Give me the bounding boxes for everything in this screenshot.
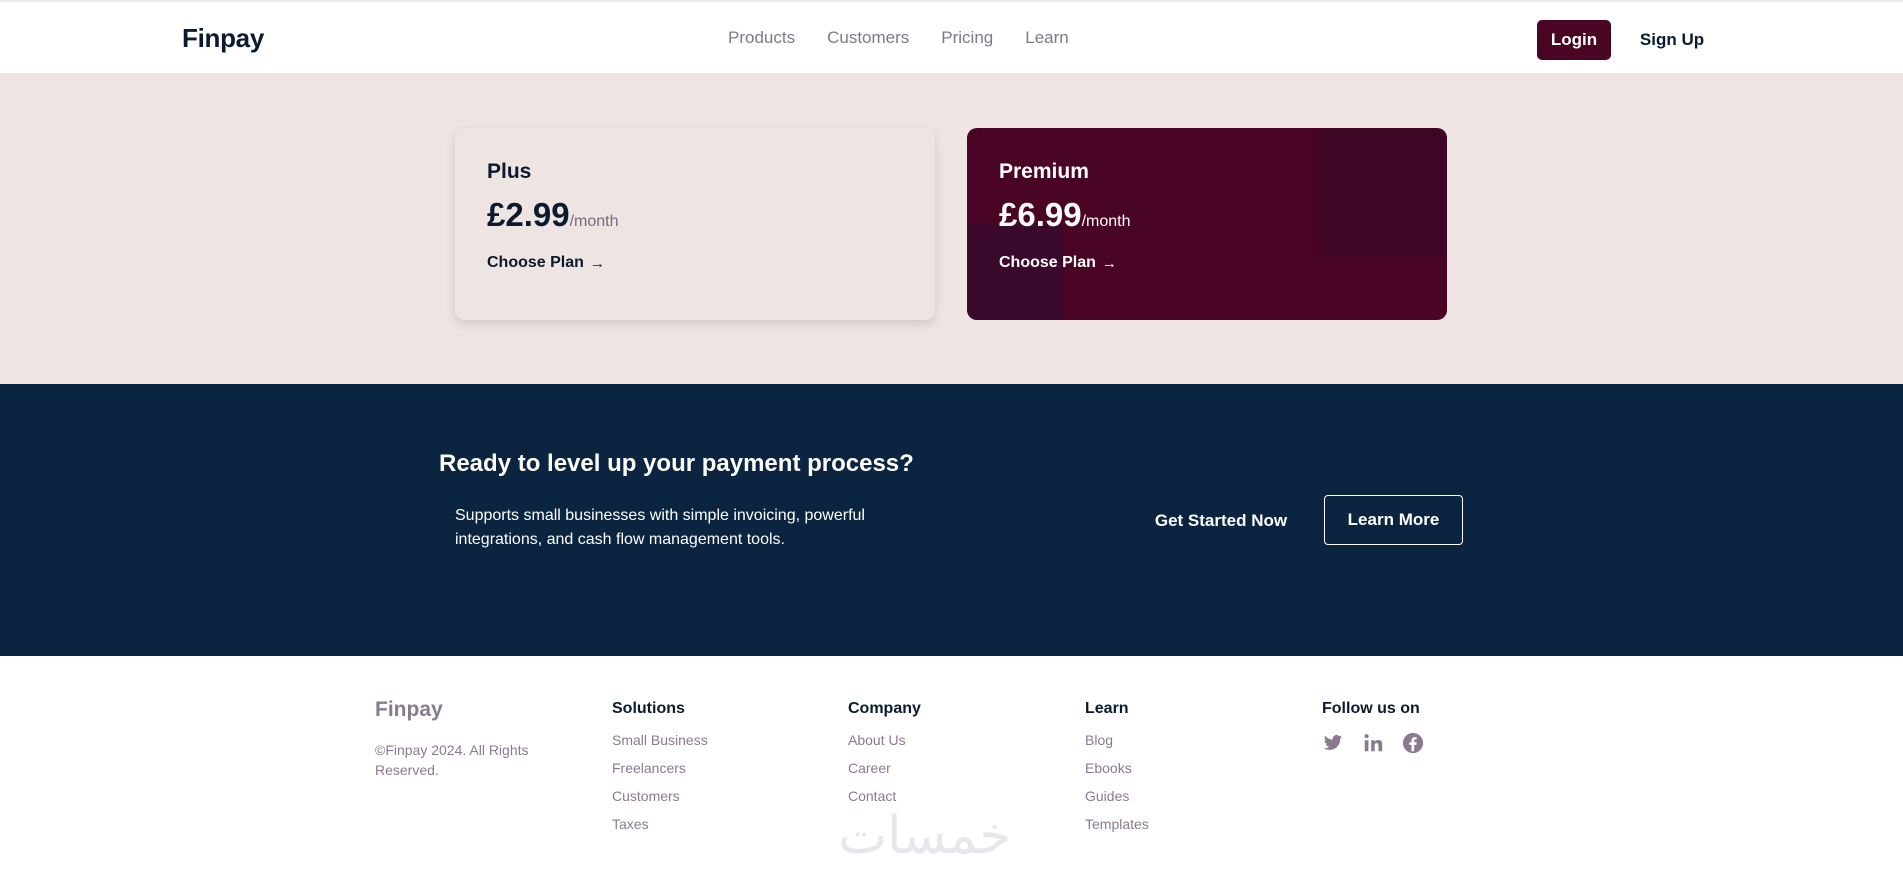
footer-col-title: Company [848, 700, 921, 717]
cta-section: Ready to level up your payment process? … [0, 384, 1903, 656]
cta-description: Supports small businesses with simple in… [455, 507, 865, 548]
footer-copyright: ©Finpay 2024. All Rights Reserved. [375, 742, 529, 778]
nav-link-learn[interactable]: Learn [1025, 28, 1068, 48]
plan-name: Plus [487, 160, 532, 183]
linkedin-icon[interactable] [1362, 732, 1384, 754]
choose-plan-label: Choose Plan [999, 254, 1096, 271]
choose-plan-label: Choose Plan [487, 254, 584, 271]
nav-link-pricing[interactable]: Pricing [941, 28, 993, 48]
site-footer: Finpay ©Finpay 2024. All Rights Reserved… [0, 656, 1903, 878]
footer-link-blog[interactable]: Blog [1085, 732, 1149, 749]
footer-link-ebooks[interactable]: Ebooks [1085, 760, 1149, 777]
footer-col-title: Solutions [612, 700, 685, 717]
footer-col-title: Follow us on [1322, 700, 1420, 717]
nav-link-products[interactable]: Products [728, 28, 795, 48]
arrow-right-icon: → [1101, 254, 1117, 272]
plan-price: £2.99/month [487, 196, 903, 234]
price-period: /month [569, 213, 619, 230]
card-decoration [967, 224, 1063, 320]
price-period: /month [1081, 213, 1131, 230]
get-started-button[interactable]: Get Started Now [1142, 496, 1300, 546]
footer-col-solutions: Solutions Small Business Freelancers Cus… [612, 700, 708, 844]
footer-col-title: Learn [1085, 700, 1129, 717]
header-logo[interactable]: Finpay [182, 23, 264, 54]
price-amount: £2.99 [487, 196, 570, 233]
plan-price: £6.99/month [999, 196, 1415, 234]
facebook-icon[interactable] [1402, 732, 1424, 754]
plan-name: Premium [999, 160, 1089, 183]
footer-link-career[interactable]: Career [848, 760, 921, 777]
footer-link-small-business[interactable]: Small Business [612, 732, 708, 749]
footer-col-follow: Follow us on [1322, 700, 1424, 754]
site-header: Finpay Products Customers Pricing Learn … [0, 0, 1903, 74]
twitter-icon[interactable] [1322, 732, 1344, 754]
watermark-logo: خمسات [838, 806, 1012, 866]
card-decoration [1319, 128, 1447, 256]
pricing-section: Plus £2.99/month Choose Plan → Premium £6… [0, 74, 1903, 384]
signup-button[interactable]: Sign Up [1630, 20, 1714, 60]
footer-link-templates[interactable]: Templates [1085, 816, 1149, 833]
login-button[interactable]: Login [1537, 20, 1611, 60]
footer-link-customers[interactable]: Customers [612, 788, 708, 805]
learn-more-button[interactable]: Learn More [1324, 495, 1463, 545]
cta-title: Ready to level up your payment process? [439, 450, 914, 477]
price-amount: £6.99 [999, 196, 1082, 233]
plan-card-plus: Plus £2.99/month Choose Plan → [455, 128, 935, 320]
choose-plan-link[interactable]: Choose Plan → [487, 254, 903, 272]
footer-logo[interactable]: Finpay [375, 698, 443, 722]
footer-link-guides[interactable]: Guides [1085, 788, 1149, 805]
main-nav: Products Customers Pricing Learn [728, 28, 1101, 48]
footer-link-contact[interactable]: Contact [848, 788, 921, 805]
social-links [1322, 732, 1424, 754]
footer-link-freelancers[interactable]: Freelancers [612, 760, 708, 777]
footer-col-learn: Learn Blog Ebooks Guides Templates [1085, 700, 1149, 844]
footer-col-company: Company About Us Career Contact [848, 700, 921, 816]
arrow-right-icon: → [589, 254, 605, 272]
choose-plan-link[interactable]: Choose Plan → [999, 254, 1415, 272]
footer-link-about-us[interactable]: About Us [848, 732, 921, 749]
nav-link-customers[interactable]: Customers [827, 28, 909, 48]
plan-card-premium: Premium £6.99/month Choose Plan → [967, 128, 1447, 320]
footer-link-taxes[interactable]: Taxes [612, 816, 708, 833]
